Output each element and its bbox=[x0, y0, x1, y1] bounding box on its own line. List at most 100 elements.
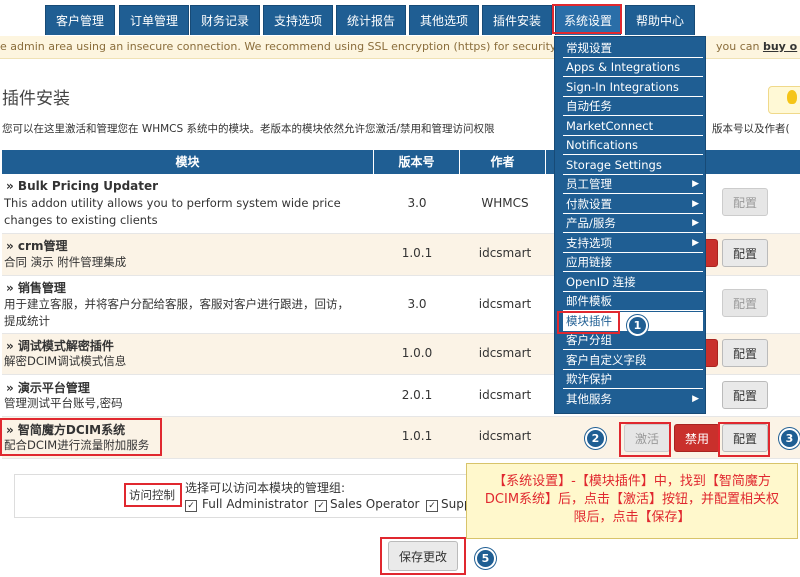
step-5-marker: 5 bbox=[475, 548, 496, 569]
tab-clients[interactable]: 客户管理 bbox=[45, 5, 115, 35]
tab-help[interactable]: 帮助中心 bbox=[625, 5, 695, 35]
menu-item-label: 常规设置 bbox=[566, 41, 612, 55]
menu-item-general-settings[interactable]: 常规设置 bbox=[563, 39, 703, 58]
module-name: » 销售管理 bbox=[6, 281, 66, 295]
module-author: WHMCS bbox=[481, 196, 529, 210]
module-author: idcsmart bbox=[478, 297, 532, 311]
module-name: » Bulk Pricing Updater bbox=[6, 179, 159, 193]
config-button[interactable]: 配置 bbox=[722, 239, 768, 267]
config-button[interactable]: 配置 bbox=[722, 188, 768, 216]
top-navigation: 客户管理 订单管理 财务记录 支持选项 统计报告 其他选项 插件安装 系统设置 … bbox=[0, 0, 800, 36]
buy-ssl-link[interactable]: buy o bbox=[763, 40, 797, 53]
module-description: 配合DCIM进行流量附加服务 bbox=[4, 438, 150, 452]
tab-support[interactable]: 支持选项 bbox=[263, 5, 333, 35]
menu-item-marketconnect[interactable]: MarketConnect bbox=[563, 117, 703, 136]
menu-item-label: 其他服务 bbox=[566, 392, 612, 406]
menu-item-apps-integrations[interactable]: Apps & Integrations bbox=[563, 58, 703, 77]
menu-item-label: MarketConnect bbox=[566, 119, 654, 133]
tab-orders[interactable]: 订单管理 bbox=[119, 5, 189, 35]
access-control-panel: 访问控制 选择可以访问本模块的管理组: ✓ Full Administrator… bbox=[14, 474, 514, 518]
instruction-callout: 【系统设置】-【模块插件】中，找到【智简魔方DCIM系统】后，点击【激活】按钮，… bbox=[466, 463, 798, 539]
menu-item-label: 客户分组 bbox=[566, 333, 612, 347]
config-button[interactable]: 配置 bbox=[722, 339, 768, 367]
page-description-right: 版本号以及作者( bbox=[712, 123, 790, 135]
menu-item-storage-settings[interactable]: Storage Settings bbox=[563, 156, 703, 175]
step-3-marker: 3 bbox=[779, 428, 800, 449]
lightbulb-icon bbox=[787, 90, 797, 104]
menu-item-fraud-protection[interactable]: 欺诈保护 bbox=[563, 370, 703, 389]
lightbulb-tip-box[interactable] bbox=[768, 86, 800, 114]
menu-item-openid[interactable]: OpenID 连接 bbox=[563, 273, 703, 292]
module-author: idcsmart bbox=[478, 429, 532, 443]
menu-item-label: Sign-In Integrations bbox=[566, 80, 679, 94]
chevron-right-icon: ▶ bbox=[692, 199, 699, 209]
module-description: 用于建立客服，并将客户分配给客服，客服对客户进行跟进，回访，提成统计 bbox=[4, 297, 349, 328]
menu-item-label: 欺诈保护 bbox=[566, 372, 612, 386]
access-control-label: 访问控制 bbox=[129, 488, 175, 502]
module-description: 解密DCIM调试模式信息 bbox=[4, 354, 127, 368]
menu-item-payments[interactable]: 付款设置 ▶ bbox=[563, 195, 703, 214]
menu-item-label: 邮件模板 bbox=[566, 294, 612, 308]
menu-item-automation[interactable]: 自动任务 bbox=[563, 97, 703, 116]
column-header-module: 模块 bbox=[2, 150, 374, 174]
menu-item-label: Apps & Integrations bbox=[566, 60, 681, 74]
tab-system-settings[interactable]: 系统设置 bbox=[555, 5, 621, 35]
module-author: idcsmart bbox=[478, 346, 532, 360]
activate-button[interactable]: 激活 bbox=[624, 424, 670, 452]
module-version: 1.0.0 bbox=[401, 346, 433, 360]
step-2-marker: 2 bbox=[585, 428, 606, 449]
menu-item-staff[interactable]: 员工管理 ▶ bbox=[563, 175, 703, 194]
page-title: 插件安装 bbox=[2, 89, 70, 109]
module-description: 合同 演示 附件管理集成 bbox=[4, 255, 127, 269]
disable-button[interactable]: 禁用 bbox=[674, 424, 720, 452]
chevron-right-icon: ▶ bbox=[692, 179, 699, 189]
menu-item-products[interactable]: 产品/服务 ▶ bbox=[563, 214, 703, 233]
menu-item-app-links[interactable]: 应用链接 bbox=[563, 253, 703, 272]
module-author: idcsmart bbox=[478, 246, 532, 260]
ssl-warning-text: e admin area using an insecure connectio… bbox=[0, 40, 593, 53]
tab-billing[interactable]: 财务记录 bbox=[190, 5, 260, 35]
menu-item-label: 产品/服务 bbox=[566, 216, 616, 230]
module-name: » 调试模式解密插件 bbox=[6, 339, 114, 353]
module-version: 1.0.1 bbox=[401, 246, 433, 260]
tab-addons[interactable]: 插件安装 bbox=[482, 5, 552, 35]
column-header-author: 作者 bbox=[460, 150, 546, 174]
module-description: This addon utility allows you to perform… bbox=[4, 196, 341, 227]
menu-item-support[interactable]: 支持选项 ▶ bbox=[563, 234, 703, 253]
page-description: 您可以在这里激活和管理您在 WHMCS 系统中的模块。老版本的模块依然允许您激活… bbox=[2, 123, 495, 135]
module-author: idcsmart bbox=[478, 388, 532, 402]
tab-reports[interactable]: 统计报告 bbox=[336, 5, 406, 35]
config-button[interactable]: 配置 bbox=[722, 289, 768, 317]
config-button[interactable]: 配置 bbox=[722, 381, 768, 409]
save-changes-button[interactable]: 保存更改 bbox=[388, 541, 458, 571]
menu-item-notifications[interactable]: Notifications bbox=[563, 136, 703, 155]
group-label: Full Administrator bbox=[202, 497, 309, 511]
menu-item-custom-fields[interactable]: 客户自定义字段 bbox=[563, 351, 703, 370]
step-1-marker: 1 bbox=[627, 315, 648, 336]
checkbox-sales-operator[interactable]: ✓ bbox=[315, 500, 327, 512]
menu-item-label: 付款设置 bbox=[566, 197, 612, 211]
column-header-version: 版本号 bbox=[374, 150, 460, 174]
menu-item-label: 应用链接 bbox=[566, 255, 612, 269]
module-version: 3.0 bbox=[407, 196, 427, 210]
tab-other[interactable]: 其他选项 bbox=[409, 5, 479, 35]
system-settings-dropdown: 常规设置 Apps & Integrations Sign-In Integra… bbox=[554, 36, 706, 414]
group-label: Sales Operator bbox=[330, 497, 420, 511]
menu-item-signin-integrations[interactable]: Sign-In Integrations bbox=[563, 78, 703, 97]
module-name: » 智简魔方DCIM系统 bbox=[6, 423, 126, 437]
menu-item-label: Notifications bbox=[566, 138, 638, 152]
menu-item-email-templates[interactable]: 邮件模板 bbox=[563, 292, 703, 311]
menu-item-label: 自动任务 bbox=[566, 99, 612, 113]
module-name: » 演示平台管理 bbox=[6, 381, 90, 395]
module-version: 3.0 bbox=[407, 297, 427, 311]
module-version: 1.0.1 bbox=[401, 429, 433, 443]
config-button[interactable]: 配置 bbox=[722, 424, 768, 452]
table-row: » 智简魔方DCIM系统 配合DCIM进行流量附加服务 1.0.1 idcsma… bbox=[2, 417, 800, 459]
module-name: » crm管理 bbox=[6, 239, 68, 253]
checkbox-support-operator[interactable]: ✓ bbox=[426, 500, 438, 512]
checkbox-full-administrator[interactable]: ✓ bbox=[185, 500, 197, 512]
access-prompt: 选择可以访问本模块的管理组: bbox=[185, 481, 346, 495]
menu-item-other-services[interactable]: 其他服务 ▶ bbox=[563, 390, 703, 409]
module-description: 管理测试平台账号,密码 bbox=[4, 396, 123, 410]
ssl-warning-text-right: you can bbox=[716, 40, 760, 53]
